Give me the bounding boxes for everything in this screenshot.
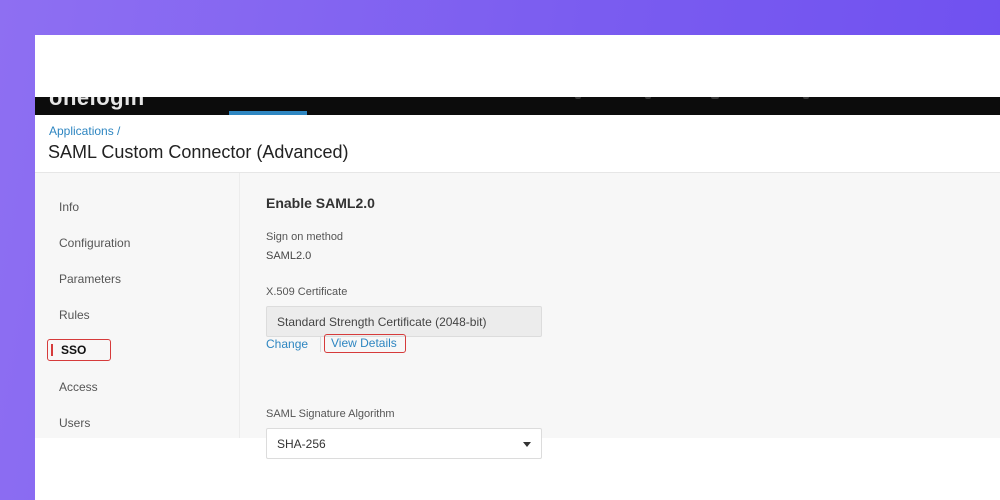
change-certificate-link[interactable]: Change bbox=[266, 337, 308, 351]
nav-item-ghost bbox=[711, 97, 719, 99]
signature-algorithm-selected-value: SHA-256 bbox=[277, 437, 326, 451]
page-header: Applications / SAML Custom Connector (Ad… bbox=[35, 115, 1000, 173]
app-logo[interactable]: onelogin bbox=[49, 97, 145, 111]
sidebar-item-label: SSO bbox=[61, 343, 87, 357]
link-divider bbox=[320, 336, 321, 352]
breadcrumb-applications[interactable]: Applications / bbox=[49, 124, 120, 138]
section-title: Enable SAML2.0 bbox=[266, 195, 375, 211]
active-indicator bbox=[51, 344, 53, 356]
app-window: onelogin Applications / SAML Custom Conn… bbox=[35, 35, 1000, 500]
nav-item-ghost bbox=[645, 97, 651, 99]
chevron-down-icon bbox=[523, 442, 531, 447]
sso-content: Enable SAML2.0 Sign on method SAML2.0 X.… bbox=[240, 173, 1000, 459]
certificate-label: X.509 Certificate bbox=[266, 286, 348, 298]
sign-on-method-label: Sign on method bbox=[266, 231, 344, 243]
sidebar-item-users[interactable]: Users bbox=[59, 416, 90, 430]
top-band bbox=[35, 35, 1000, 97]
sidebar-item-info[interactable]: Info bbox=[59, 200, 79, 214]
sign-on-method-value: SAML2.0 bbox=[266, 250, 312, 262]
sidebar-item-configuration[interactable]: Configuration bbox=[59, 236, 130, 250]
nav-item-ghost bbox=[575, 97, 581, 99]
nav-item-ghost bbox=[803, 97, 809, 99]
sidebar: Info Configuration Parameters Rules SSO … bbox=[35, 173, 240, 438]
signature-algorithm-label: SAML Signature Algorithm bbox=[266, 408, 395, 420]
page-title: SAML Custom Connector (Advanced) bbox=[48, 142, 349, 162]
signature-algorithm-select[interactable]: SHA-256 bbox=[266, 428, 542, 459]
top-nav-bar: onelogin bbox=[35, 97, 1000, 115]
certificate-value-field: Standard Strength Certificate (2048-bit) bbox=[266, 306, 542, 337]
sidebar-item-rules[interactable]: Rules bbox=[59, 308, 90, 322]
sidebar-item-parameters[interactable]: Parameters bbox=[59, 272, 121, 286]
sidebar-item-sso[interactable]: SSO bbox=[47, 339, 111, 361]
view-details-link[interactable]: View Details bbox=[324, 334, 406, 353]
sidebar-item-access[interactable]: Access bbox=[59, 380, 98, 394]
